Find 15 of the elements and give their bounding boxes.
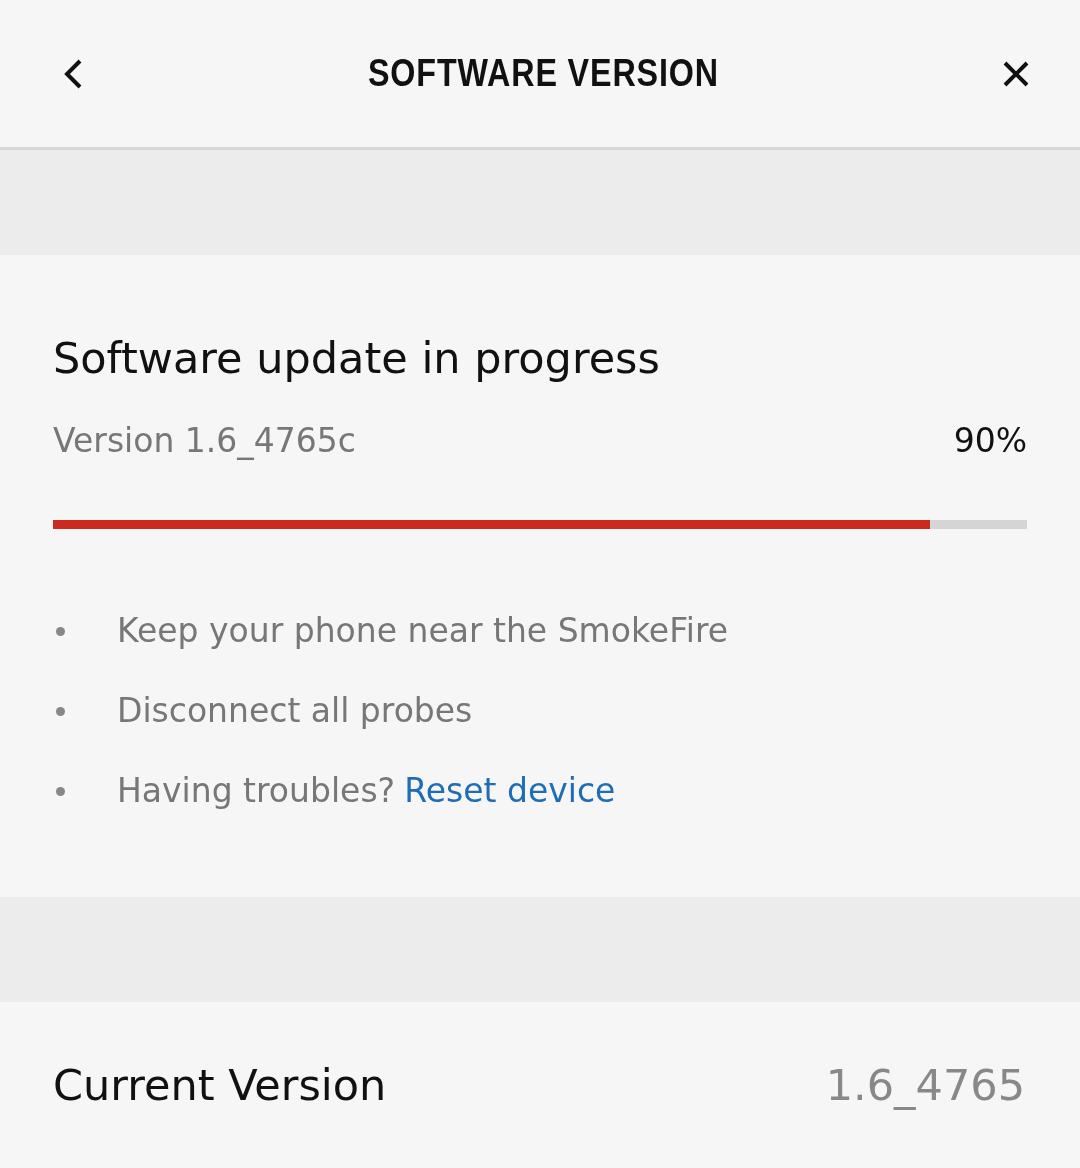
version-label: Version 1.6_4765c (53, 421, 356, 460)
tip-text: Having troubles? Reset device (117, 770, 616, 812)
reset-link[interactable]: Reset device (404, 771, 616, 810)
progress-percent: 90% (953, 421, 1027, 460)
current-version-value: 1.6_4765 (825, 1060, 1025, 1110)
bullet-icon (56, 626, 65, 636)
close-icon[interactable] (1002, 59, 1030, 88)
bullet-icon (56, 786, 65, 796)
bullet-icon (56, 706, 65, 716)
tip-text: Disconnect all probes (117, 690, 473, 732)
tip-text: Keep your phone near the SmokeFire (117, 610, 729, 652)
update-title: Software update in progress (53, 333, 661, 383)
screen-title: SOFTWARE VERSION (367, 52, 719, 95)
current-version-label: Current Version (53, 1060, 387, 1110)
back-icon[interactable] (62, 57, 84, 90)
